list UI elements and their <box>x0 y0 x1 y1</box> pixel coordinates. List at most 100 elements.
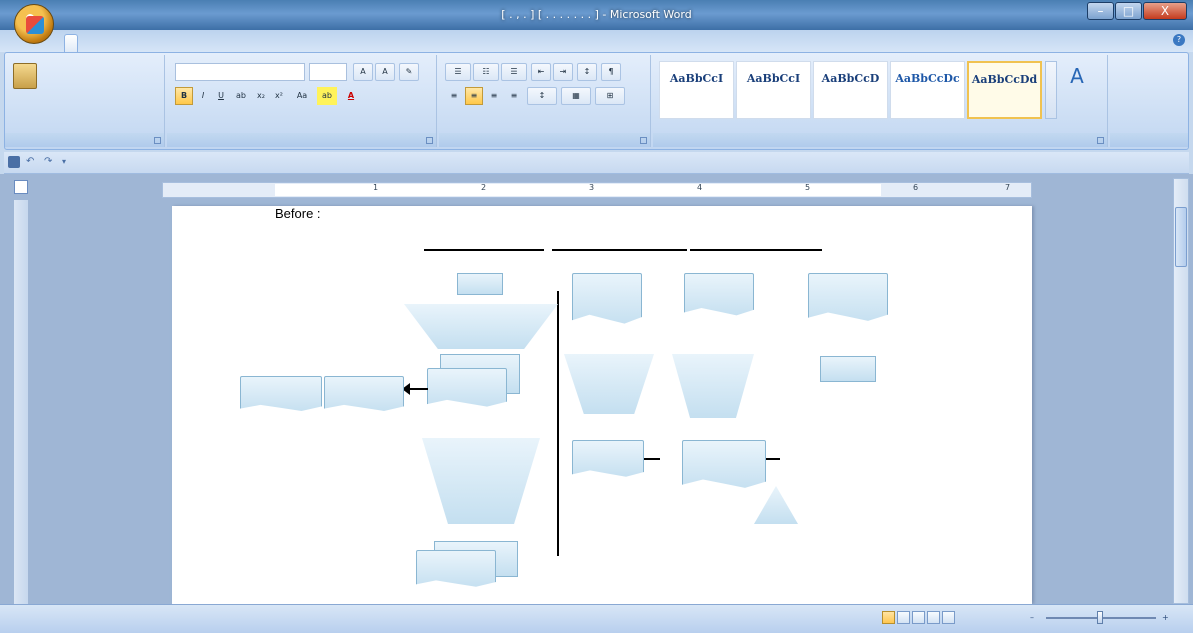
style-sample: AaBbCcD <box>821 72 880 85</box>
shrink-font-icon[interactable]: A <box>375 63 395 81</box>
numbering-icon[interactable]: ☷ <box>473 63 499 81</box>
clipboard-launcher-icon[interactable] <box>154 137 161 144</box>
save-icon[interactable] <box>8 156 20 168</box>
word-window: [ . , . ] [ . . . . . . . ] - Microsoft … <box>0 0 1193 633</box>
styles-gallery-scroll[interactable] <box>1045 61 1057 119</box>
help-icon[interactable]: ? <box>1173 34 1185 46</box>
strikethrough-icon[interactable]: ab <box>233 87 249 105</box>
font-name-select[interactable] <box>175 63 305 81</box>
flowchart-document[interactable] <box>572 440 644 477</box>
flowchart-trapezoid[interactable] <box>672 354 754 418</box>
paste-label[interactable] <box>13 105 43 123</box>
flowchart-document[interactable] <box>416 550 496 587</box>
tab-home[interactable] <box>64 34 78 52</box>
style-tile[interactable]: AaBbCcDc <box>890 61 965 119</box>
header-underline <box>690 249 822 251</box>
font-group-label <box>167 133 436 147</box>
align-center-icon[interactable]: ≡ <box>465 87 483 105</box>
flowchart-box[interactable] <box>457 273 503 295</box>
increase-indent-icon[interactable]: ⇥ <box>553 63 573 81</box>
tab-review[interactable] <box>392 34 404 52</box>
decrease-indent-icon[interactable]: ⇤ <box>531 63 551 81</box>
font-color-icon[interactable]: A <box>341 87 361 105</box>
borders-icon[interactable]: ⊞ <box>595 87 625 105</box>
change-case-icon[interactable]: Aa <box>291 87 313 105</box>
customize-qat-icon[interactable]: ▾ <box>62 156 74 168</box>
change-styles-label[interactable] <box>1059 97 1103 121</box>
flowchart-document[interactable] <box>572 273 642 324</box>
style-tile[interactable]: AaBbCcI <box>659 61 734 119</box>
draft-view-icon[interactable] <box>942 611 955 624</box>
flowchart-document[interactable] <box>240 376 322 411</box>
web-layout-icon[interactable] <box>912 611 925 624</box>
flowchart-triangle[interactable] <box>754 486 798 524</box>
zoom-slider-thumb[interactable] <box>1097 611 1103 624</box>
vertical-scrollbar[interactable] <box>1173 178 1189 604</box>
underline-button[interactable]: U <box>213 87 229 105</box>
flowchart-document[interactable] <box>684 273 754 316</box>
tab-selector-icon[interactable] <box>14 180 28 194</box>
copy-button[interactable] <box>47 85 157 103</box>
minimize-button[interactable]: – <box>1087 2 1114 20</box>
line-spacing-icon[interactable]: ↕ <box>527 87 557 105</box>
show-marks-icon[interactable]: ¶ <box>601 63 621 81</box>
zoom-in-icon[interactable]: + <box>1162 613 1169 622</box>
font-launcher-icon[interactable] <box>426 137 433 144</box>
office-button[interactable] <box>14 4 54 44</box>
tab-view[interactable] <box>442 34 454 52</box>
style-tile[interactable]: AaBbCcD <box>813 61 888 119</box>
replace-button[interactable] <box>1116 83 1182 101</box>
cut-button[interactable] <box>47 65 157 83</box>
subscript-icon[interactable]: x₂ <box>253 87 269 105</box>
tab-insert[interactable] <box>124 34 136 52</box>
style-tile-selected[interactable]: AaBbCcDd <box>967 61 1042 119</box>
font-size-select[interactable] <box>309 63 347 81</box>
highlight-icon[interactable]: ab <box>317 87 337 105</box>
paste-icon[interactable] <box>13 63 37 89</box>
redo-icon[interactable]: ↷ <box>44 156 56 168</box>
clear-format-icon[interactable]: ✎ <box>399 63 419 81</box>
undo-icon[interactable]: ↶ <box>26 156 38 168</box>
style-tile[interactable]: AaBbCcI <box>736 61 811 119</box>
superscript-icon[interactable]: x² <box>271 87 287 105</box>
horizontal-ruler[interactable]: 1 2 3 4 5 6 7 <box>162 182 1032 198</box>
document-page[interactable]: Before : <box>172 206 1032 604</box>
sort-icon[interactable]: ↕ <box>577 63 597 81</box>
zoom-out-icon[interactable]: – <box>1030 613 1034 622</box>
justify-icon[interactable]: ≡ <box>505 87 523 105</box>
align-right-icon[interactable]: ≡ <box>485 87 503 105</box>
shading-icon[interactable]: ▦ <box>561 87 591 105</box>
flowchart-document[interactable] <box>427 368 507 407</box>
scrollbar-thumb[interactable] <box>1175 207 1187 267</box>
flowchart-box[interactable] <box>820 356 876 382</box>
multilevel-list-icon[interactable]: ☰ <box>501 63 527 81</box>
tab-mailings[interactable] <box>330 34 342 52</box>
full-screen-reading-icon[interactable] <box>897 611 910 624</box>
bold-button[interactable]: B <box>175 87 193 105</box>
maximize-button[interactable]: □ <box>1115 2 1142 20</box>
paragraph-group-label <box>439 133 650 147</box>
tab-page-layout[interactable] <box>176 34 188 52</box>
outline-view-icon[interactable] <box>927 611 940 624</box>
tab-add-ins[interactable] <box>490 34 502 52</box>
italic-button[interactable]: I <box>195 87 211 105</box>
select-button[interactable] <box>1116 103 1182 121</box>
align-left-icon[interactable]: ≡ <box>445 87 463 105</box>
grow-font-icon[interactable]: A <box>353 63 373 81</box>
flowchart-trapezoid[interactable] <box>404 304 558 349</box>
change-styles-icon[interactable]: A <box>1065 63 1089 89</box>
tab-references[interactable] <box>260 34 272 52</box>
flowchart-trapezoid[interactable] <box>422 438 540 524</box>
paragraph-launcher-icon[interactable] <box>640 137 647 144</box>
flowchart-document[interactable] <box>808 273 888 321</box>
find-button[interactable] <box>1116 63 1182 81</box>
flowchart-document[interactable] <box>682 440 766 488</box>
ruler-number: 6 <box>913 183 919 192</box>
format-painter-button[interactable] <box>47 105 157 123</box>
flowchart-trapezoid[interactable] <box>564 354 654 414</box>
flowchart-document[interactable] <box>324 376 404 411</box>
close-button[interactable]: X <box>1143 2 1187 20</box>
styles-launcher-icon[interactable] <box>1097 137 1104 144</box>
bullets-icon[interactable]: ☰ <box>445 63 471 81</box>
print-layout-icon[interactable] <box>882 611 895 624</box>
